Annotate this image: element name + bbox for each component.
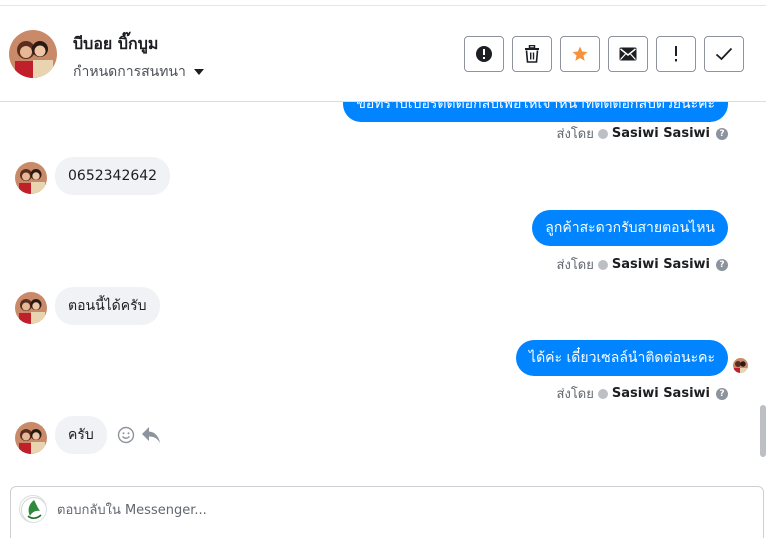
envelope-icon <box>619 47 637 61</box>
page-logo <box>19 495 47 523</box>
thread-scrollbar[interactable] <box>760 405 766 457</box>
follow-up-button[interactable] <box>656 36 696 72</box>
message-thread: ขอทราบเบอร์ติดต่อกลับเพื่อให้เจ้าหน้าที่… <box>0 102 762 480</box>
star-icon <box>572 46 588 61</box>
mark-done-button[interactable] <box>704 36 744 72</box>
conversation-header: บีบอย บิ๊กบูม กำหนดการสนทนา <box>0 6 766 102</box>
exclamation-icon <box>675 46 677 62</box>
star-button[interactable] <box>560 36 600 72</box>
incoming-message[interactable]: 0652342642 <box>55 157 171 195</box>
sent-by-label: ส่งโดย Sasiwi Sasiwi ? <box>557 254 728 275</box>
reply-composer <box>10 486 764 538</box>
sent-by-prefix: ส่งโดย <box>556 387 594 402</box>
sent-by-prefix: ส่งโดย <box>556 127 594 142</box>
sent-by-label: ส่งโดย Sasiwi Sasiwi ? <box>557 383 728 404</box>
assign-conversation-dropdown[interactable]: กำหนดการสนทนา <box>73 61 204 83</box>
help-icon[interactable]: ? <box>716 258 728 271</box>
delete-button[interactable] <box>512 36 552 72</box>
help-icon[interactable]: ? <box>716 127 728 140</box>
agent-name[interactable]: Sasiwi Sasiwi <box>612 257 710 272</box>
sent-by-label: ส่งโดย Sasiwi Sasiwi ? <box>557 123 728 144</box>
page-check-icon <box>597 388 608 399</box>
contact-name: บีบอย บิ๊กบูม <box>73 34 159 53</box>
trash-icon <box>525 45 539 63</box>
alert-circle-icon <box>476 46 492 62</box>
agent-name[interactable]: Sasiwi Sasiwi <box>612 126 710 141</box>
outgoing-message[interactable]: ลูกค้าสะดวกรับสายตอนไหน <box>532 210 728 246</box>
page-check-icon <box>597 128 608 139</box>
mark-unread-button[interactable] <box>608 36 648 72</box>
outgoing-message[interactable]: ได้ค่ะ เดี๋ยวเซลล์นำติดต่อนะคะ <box>516 340 728 376</box>
agent-name[interactable]: Sasiwi Sasiwi <box>612 386 710 401</box>
checkmark-icon <box>715 47 733 61</box>
caret-down-icon <box>193 69 204 75</box>
contact-avatar[interactable] <box>9 30 57 78</box>
contact-avatar-small[interactable] <box>15 422 47 454</box>
incoming-message[interactable]: ตอนนี้ได้ครับ <box>55 287 160 325</box>
reply-arrow-icon[interactable] <box>141 426 161 444</box>
seen-avatar <box>733 358 748 373</box>
incoming-message[interactable]: ครับ <box>55 416 107 454</box>
outgoing-message[interactable]: ขอทราบเบอร์ติดต่อกลับเพื่อให้เจ้าหน้าที่… <box>343 102 728 122</box>
help-icon[interactable]: ? <box>716 387 728 400</box>
contact-avatar-small[interactable] <box>15 162 47 194</box>
conversation-actions <box>464 36 744 72</box>
sent-by-prefix: ส่งโดย <box>556 258 594 273</box>
assign-label: กำหนดการสนทนา <box>73 64 186 80</box>
reply-input[interactable] <box>57 499 617 521</box>
spam-button[interactable] <box>464 36 504 72</box>
page-check-icon <box>597 259 608 270</box>
contact-avatar-small[interactable] <box>15 292 47 324</box>
emoji-react-icon[interactable] <box>117 426 135 444</box>
